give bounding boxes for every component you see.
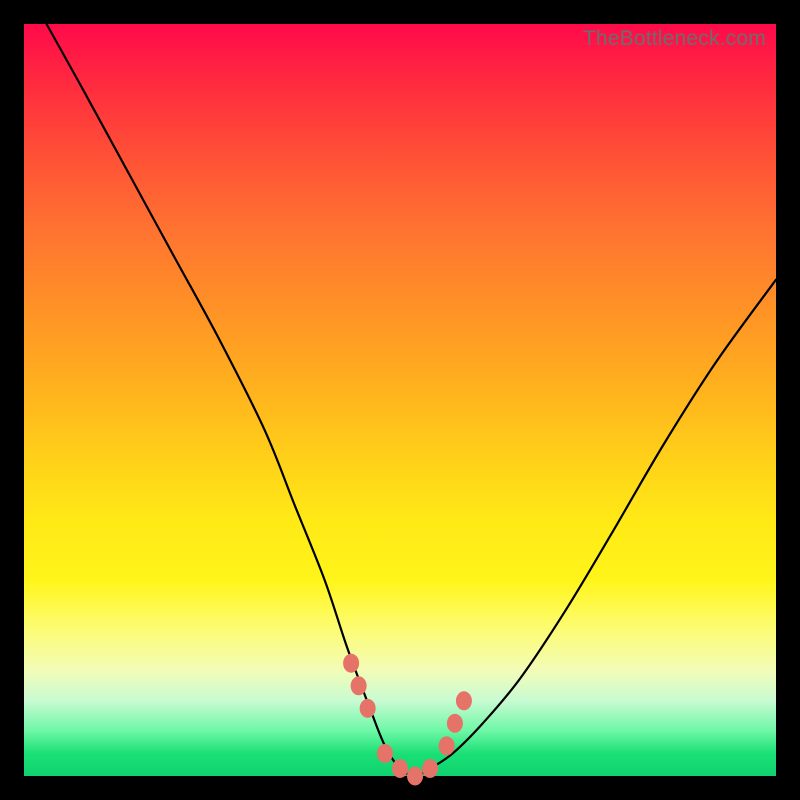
valley-marker (408, 767, 423, 785)
valley-marker (439, 737, 454, 755)
valley-marker (423, 759, 438, 777)
valley-marker (377, 744, 392, 762)
curve-line (47, 24, 776, 776)
valley-marker (351, 677, 366, 695)
valley-marker (393, 759, 408, 777)
valley-marker (447, 714, 462, 732)
valley-marker (456, 692, 471, 710)
bottleneck-curve-chart (24, 24, 776, 776)
valley-markers (344, 654, 472, 785)
valley-marker (344, 654, 359, 672)
chart-frame: TheBottleneck.com (24, 24, 776, 776)
valley-marker (360, 699, 375, 717)
